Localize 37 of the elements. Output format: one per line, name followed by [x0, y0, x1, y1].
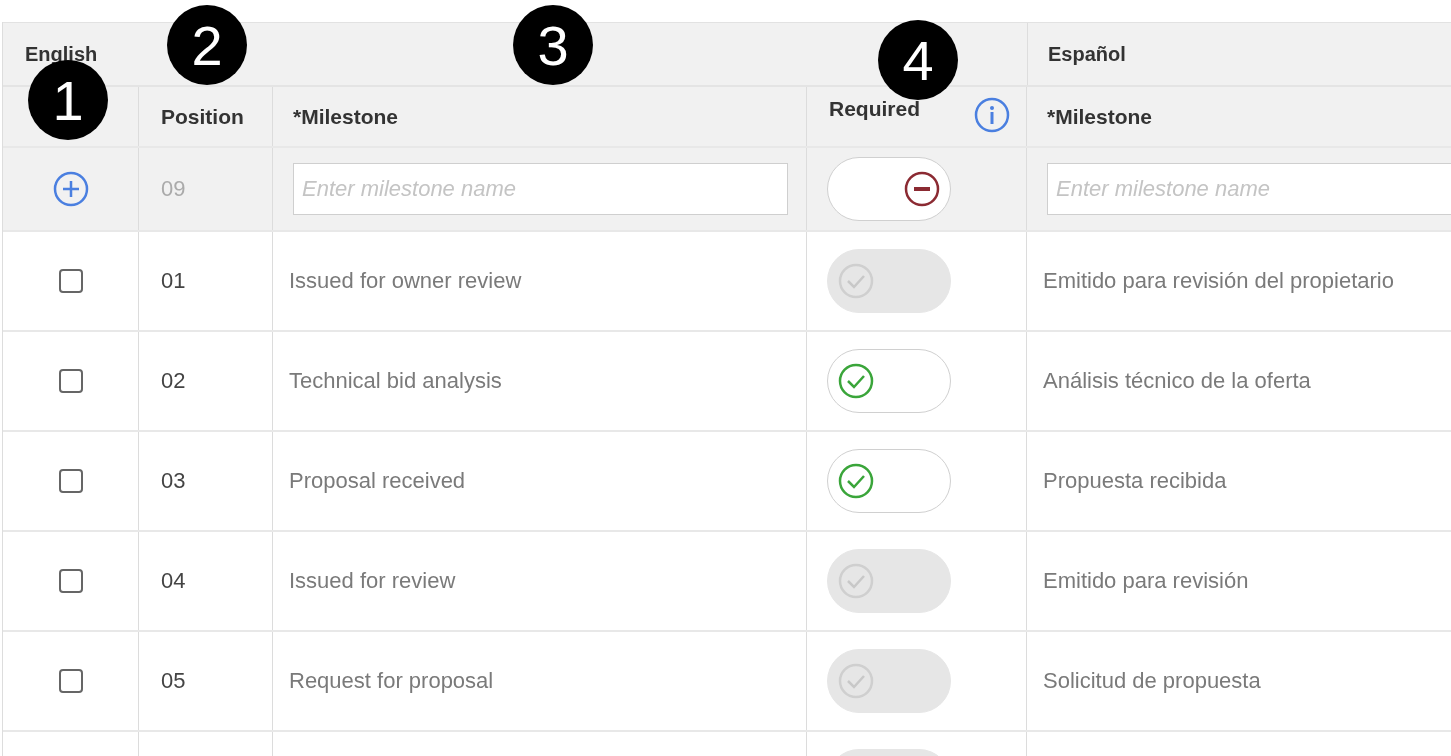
info-icon — [974, 97, 1010, 133]
add-button[interactable] — [52, 171, 89, 207]
milestone-name: Issued for review — [289, 568, 456, 594]
milestone-name: Emitido para revisión del propietario — [1043, 268, 1394, 294]
milestone-name: Request for proposal — [289, 668, 494, 694]
milestone-name: Emitido para revisión — [1043, 568, 1249, 594]
row-checkbox[interactable] — [58, 369, 83, 393]
row-checkbox[interactable] — [58, 269, 83, 293]
check-circle-icon — [838, 463, 874, 499]
milestone-name: Análisis técnico de la oferta — [1043, 368, 1311, 394]
check-circle-icon — [838, 363, 874, 399]
milestone-name: Solicitud de propuesta — [1043, 668, 1261, 694]
row-checkbox[interactable] — [58, 469, 83, 493]
plus-circle-icon — [52, 171, 89, 207]
language-label: Español — [1048, 42, 1126, 66]
row-checkbox[interactable] — [58, 569, 83, 593]
milestone-name: Propuesta recibida — [1043, 468, 1227, 494]
position-number: 02 — [161, 368, 186, 394]
position-number: 01 — [161, 268, 186, 294]
position-number: 03 — [161, 468, 186, 494]
milestone-input[interactable]: Enter milestone name — [1047, 163, 1451, 215]
column-header: Required — [829, 97, 920, 121]
milestone-name: Issued for owner review — [289, 268, 522, 294]
column-header: Position — [161, 104, 244, 129]
milestone-name: Technical bid analysis — [289, 368, 502, 394]
position-number: 04 — [161, 568, 186, 594]
milestone-input[interactable]: Enter milestone name — [293, 163, 788, 215]
milestone-name: Proposal received — [289, 468, 466, 494]
check-circle-icon — [838, 263, 874, 299]
check-circle-icon — [838, 563, 874, 599]
position-number: 09 — [161, 176, 186, 202]
minus-circle-icon — [904, 171, 940, 207]
column-header: *Milestone — [1047, 104, 1153, 129]
row-checkbox[interactable] — [58, 669, 83, 693]
check-circle-icon — [838, 663, 874, 699]
column-header: *Milestone — [293, 104, 399, 129]
position-number: 05 — [161, 668, 186, 694]
